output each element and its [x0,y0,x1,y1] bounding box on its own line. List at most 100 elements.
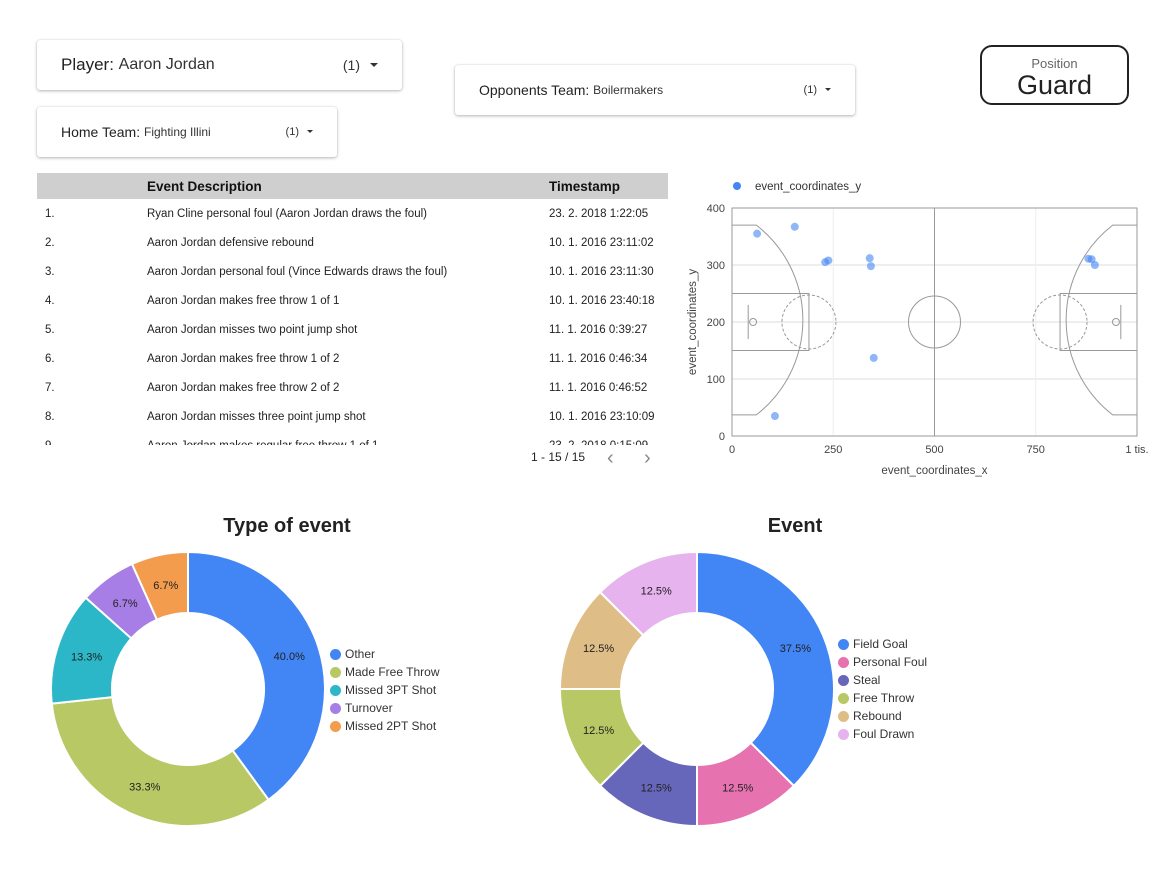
slice-label: 33.3% [129,781,160,793]
scatter-point [865,254,874,263]
legend-item: Missed 3PT Shot [330,681,439,699]
chevron-left-icon[interactable]: ‹ [607,447,614,470]
slice-label: 12.5% [641,782,672,794]
scatter-point [1090,261,1099,269]
row-index: 6. [45,352,55,365]
header-event-description[interactable]: Event Description [147,173,549,199]
legend-item: Turnover [330,699,439,717]
row-index: 2. [45,236,55,249]
player-filter-label: Player [61,55,110,74]
legend-dot [330,702,341,714]
slice-label: 6.7% [113,598,138,610]
slice-label: 6.7% [153,580,178,592]
legend-item: Missed 2PT Shot [330,717,439,735]
type-of-event-legend: Other Made Free Throw Missed 3PT Shot Turno… [330,645,439,735]
left-three-point-arc [732,224,804,416]
row-timestamp: 10. 1. 2016 23:40:18 [549,294,655,307]
legend-label: Missed 2PT Shot [345,719,437,733]
dropdown-arrow-icon[interactable] [825,88,831,91]
scatter-point [770,412,779,421]
table-row[interactable]: 8. Aaron Jordan misses three point jump s… [37,402,668,431]
table-row[interactable]: 9.Aaron Jordan makes regular free throw … [37,431,668,446]
legend-item: Field Goal [838,635,927,653]
scatter-point [824,256,833,265]
court-scatter-chart: event_coordinates_y 0 100 200 300 400 0 250 500 7… [687,181,1149,477]
row-index: 7. [45,381,55,394]
opponents-team-filter[interactable]: Opponents Team: Boilermakers (1) [455,65,855,115]
legend-label: Missed 3PT Shot [345,683,437,697]
legend-item: Rebound [838,707,927,725]
legend-dot [838,710,849,722]
scatter-point [866,262,875,271]
home-filter-count: (1) [285,126,299,138]
row-description: Aaron Jordan makes free throw 2 of 2 [147,381,340,394]
pagination-label: 1 - 15 / 15 [531,450,586,464]
event-donut: 37.5% 12.5% 12.5% 12.5% 12.5% 12.5% [558,550,835,828]
chevron-right-icon[interactable]: › [644,447,651,470]
row-description: Ryan Cline personal foul (Aaron Jordan d… [147,207,427,220]
donut-slice [696,550,835,788]
slice-label: 37.5% [780,643,811,655]
row-timestamp: 11. 1. 2016 0:39:27 [549,323,648,336]
legend-item: Personal Foul [838,653,927,671]
legend-dot [330,648,341,660]
table-row[interactable]: 2. Aaron Jordan defensive rebound 10. 1. 2… [37,228,668,257]
type-of-event-title: Type of event [223,515,351,537]
player-filter[interactable]: Player: Aaron Jordan (1) [37,40,402,90]
legend-label: Other [345,647,376,661]
row-description: Aaron Jordan makes regular free throw 1 … [147,431,549,446]
legend-label: Foul Drawn [853,727,915,741]
scatter-point [869,353,878,362]
y-tick-label: 100 [707,374,725,386]
legend-item: Other [330,645,439,663]
player-filter-count: (1) [342,57,360,73]
legend-dot [330,684,341,696]
row-index: 4. [45,294,55,307]
table-row[interactable]: 7. Aaron Jordan makes free throw 2 of 2 11… [37,373,668,402]
y-axis-label: event_coordinates_y [687,269,699,375]
header-timestamp[interactable]: Timestamp [549,173,668,199]
legend-label: Free Throw [853,691,915,705]
opponents-filter-count: (1) [803,84,817,96]
x-tick-label: 0 [729,444,735,456]
row-index: 8. [45,410,55,423]
table-row[interactable]: 6. Aaron Jordan makes free throw 1 of 2 11… [37,344,668,373]
legend-label: Made Free Throw [345,665,440,679]
row-description: Aaron Jordan misses two point jump shot [147,323,358,336]
legend-item: Made Free Throw [330,663,439,681]
legend-dot [838,692,849,704]
row-index: 5. [45,323,55,336]
y-tick-label: 300 [707,260,725,272]
slice-label: 12.5% [583,643,614,655]
dropdown-arrow-icon[interactable] [370,63,378,67]
row-timestamp: 23. 2. 2018 1:22:05 [549,207,649,220]
row-index: 1. [45,207,55,220]
type-of-event-donut: 40.0% 33.3% 13.3% 6.7% 6.7% [50,550,326,827]
position-value: Guard [1016,70,1093,100]
event-legend: Field Goal Personal Foul Steal Free Throw Re… [838,635,927,743]
x-tick-label: 750 [1027,444,1045,456]
home-team-filter[interactable]: Home Team: Fighting Illini (1) [37,107,337,157]
table-row[interactable]: 3. Aaron Jordan personal foul (Vince Edwa… [37,257,668,286]
legend-dot [330,666,341,678]
legend-label: Turnover [345,701,393,715]
home-filter-label: Home Team [61,124,137,140]
row-timestamp: 10. 1. 2016 23:10:09 [549,410,655,423]
legend-item: Free Throw [838,689,927,707]
x-tick-label: 1 tis. [1125,444,1148,456]
row-index: 3. [45,265,55,278]
row-timestamp: 11. 1. 2016 0:46:34 [549,352,648,365]
player-filter-value: Aaron Jordan [118,56,215,73]
table-row[interactable]: 5. Aaron Jordan misses two point jump sho… [37,315,668,344]
legend-label: Rebound [853,709,902,723]
legend-label: event_coordinates_y [755,181,861,193]
row-description: Aaron Jordan makes free throw 1 of 2 [147,352,340,365]
table-row[interactable]: 1. Ryan Cline personal foul (Aaron Jordan… [37,199,668,228]
header-index [37,173,147,199]
row-index: 9. [37,431,147,446]
legend-dot [838,728,849,740]
table-row[interactable]: 4. Aaron Jordan makes free throw 1 of 1 10… [37,286,668,315]
dropdown-arrow-icon[interactable] [307,130,313,133]
row-description: Aaron Jordan defensive rebound [147,236,314,249]
row-description: Aaron Jordan personal foul (Vince Edward… [147,265,448,278]
